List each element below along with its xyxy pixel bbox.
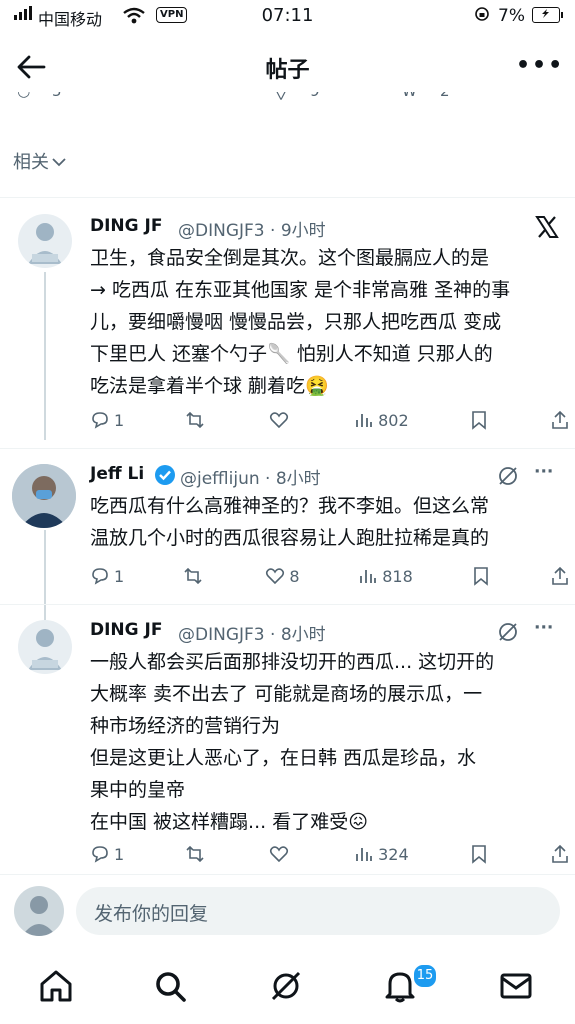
retweet-icon	[186, 845, 204, 863]
post-handle-time[interactable]: @DINGJF3 · 8小时	[178, 620, 326, 645]
retweet-icon	[184, 567, 202, 585]
post-handle-time[interactable]: @jefflijun · 8小时	[180, 464, 321, 489]
reply-count: 5	[52, 92, 62, 100]
share-button[interactable]	[550, 410, 570, 430]
divider	[0, 448, 575, 449]
post-actions: 1 8 818	[90, 564, 570, 588]
partial-action-row: ◟◞ 5 └┘ ╲╱ 9 W 2 ┴	[0, 92, 575, 114]
notifications-badge: 15	[412, 963, 438, 989]
bookmark-button[interactable]	[469, 410, 489, 430]
post-text: 一般人都会买后面那排没切开的西瓜... 这切开的 大概率 卖不出去了 可能就是商…	[90, 651, 495, 833]
post-handle-time[interactable]: @DINGJF3 · 9小时	[178, 216, 326, 241]
reply-icon[interactable]: ◟◞	[18, 92, 30, 100]
reply-input[interactable]: 发布你的回复	[76, 887, 560, 935]
share-icon	[552, 844, 568, 863]
verified-badge-icon	[155, 465, 175, 485]
share-icon	[552, 410, 568, 429]
more-options-icon[interactable]: ···	[534, 462, 553, 482]
page-title: 帖子	[265, 58, 310, 83]
retweet-icon[interactable]: └┘	[146, 92, 164, 100]
heart-icon	[266, 568, 285, 585]
more-options-icon[interactable]: ···	[534, 618, 553, 638]
post-actions: 1 802	[90, 408, 570, 432]
reply-button[interactable]: 1	[90, 566, 124, 586]
grok-icon[interactable]	[496, 620, 520, 644]
avatar[interactable]	[12, 464, 76, 528]
bookmark-button[interactable]	[469, 844, 489, 864]
thread-connector	[44, 272, 46, 440]
grok-icon[interactable]	[496, 464, 520, 488]
bookmark-icon	[472, 845, 487, 864]
post-text: 吃西瓜有什么高雅神圣的？我不李姐。但这么常 温放几个小时的西瓜很容易让人跑肚拉稀…	[90, 495, 490, 549]
x-logo-icon	[535, 216, 559, 238]
bookmark-icon	[472, 411, 487, 430]
divider	[0, 604, 575, 605]
retweet-icon	[186, 411, 204, 429]
bookmark-icon[interactable]: W	[402, 92, 417, 100]
related-label: 相关	[13, 152, 49, 173]
heart-icon	[270, 846, 289, 863]
bookmark-button[interactable]	[471, 566, 491, 586]
views-chart-icon	[356, 414, 373, 427]
views-chart-icon	[360, 570, 377, 583]
post-author-name[interactable]: DING JF	[90, 216, 162, 236]
reply-icon	[92, 412, 108, 429]
grok-icon[interactable]	[266, 966, 306, 1006]
like-count: 8	[289, 566, 300, 586]
related-toggle[interactable]: 相关	[13, 148, 67, 174]
thread-connector	[44, 530, 46, 620]
share-button[interactable]	[550, 844, 570, 864]
reply-button[interactable]: 1	[90, 410, 124, 430]
reply-icon	[92, 846, 108, 863]
status-bar: 中国移动 VPN 07:11 7%	[0, 0, 575, 34]
reply-icon	[92, 568, 108, 585]
reply-count: 1	[114, 566, 125, 586]
like-button[interactable]: 8	[265, 566, 300, 586]
reply-button[interactable]: 1	[90, 844, 124, 864]
bookmark-icon	[474, 567, 489, 586]
messages-envelope-icon[interactable]	[496, 966, 536, 1006]
share-icon	[552, 566, 568, 585]
post-actions: 1 324	[90, 842, 570, 866]
post-author-name[interactable]: Jeff Li	[90, 464, 144, 484]
views-chart-icon	[356, 848, 373, 861]
like-button[interactable]	[269, 844, 293, 864]
like-count: 9	[310, 92, 320, 100]
battery-percent: 7%	[498, 6, 525, 26]
bookmark-count: 2	[440, 92, 450, 100]
bottom-tab-bar	[0, 952, 575, 1024]
retweet-button[interactable]	[183, 566, 207, 586]
page-header: 帖子 •••	[0, 40, 575, 92]
views-button[interactable]: 324	[354, 844, 409, 864]
rotation-lock-icon	[475, 7, 489, 21]
reply-count: 1	[114, 844, 125, 864]
divider	[0, 197, 575, 198]
heart-icon	[270, 412, 289, 429]
retweet-button[interactable]	[185, 410, 209, 430]
reply-placeholder: 发布你的回复	[94, 903, 209, 925]
view-count: 324	[378, 844, 409, 864]
reply-count: 1	[114, 410, 125, 430]
post-author-name[interactable]: DING JF	[90, 620, 162, 640]
like-button[interactable]	[269, 410, 293, 430]
share-button[interactable]	[550, 566, 570, 586]
share-icon[interactable]: ┴	[532, 92, 541, 100]
views-button[interactable]: 802	[354, 410, 409, 430]
avatar[interactable]	[18, 620, 72, 674]
view-count: 818	[382, 566, 413, 586]
view-count: 802	[378, 410, 409, 430]
like-icon[interactable]: ╲╱	[272, 92, 290, 100]
chevron-down-icon	[52, 158, 66, 167]
current-user-avatar[interactable]	[14, 886, 64, 936]
search-icon[interactable]	[150, 966, 190, 1006]
views-button[interactable]: 818	[358, 566, 413, 586]
home-icon[interactable]	[36, 966, 76, 1006]
retweet-button[interactable]	[185, 844, 209, 864]
battery-icon	[532, 7, 563, 23]
more-options-icon[interactable]: •••	[516, 53, 564, 78]
post-text: 卫生，食品安全倒是其次。这个图最膈应人的是 → 吃西瓜 在东亚其他国家 是个非常…	[90, 247, 511, 397]
avatar[interactable]	[18, 214, 72, 268]
